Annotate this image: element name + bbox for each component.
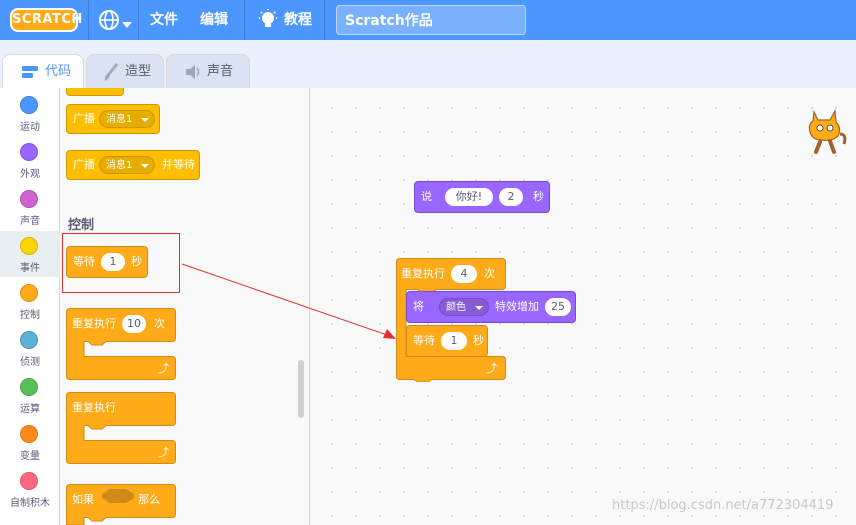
block-fragment[interactable] (66, 88, 124, 96)
repeat-label: 重复执行 (401, 267, 445, 280)
category-label: 运算 (20, 404, 40, 415)
effect-dropdown[interactable]: 颜色 (439, 298, 489, 316)
sprite-cat-icon (800, 104, 848, 156)
category-color-dot (20, 472, 38, 490)
change-label: 将 (413, 300, 424, 313)
category-color-dot (20, 190, 38, 208)
message-dropdown-value: 消息1 (106, 160, 133, 171)
message-dropdown[interactable]: 消息1 (99, 156, 155, 174)
say-text-input[interactable]: 你好! (445, 188, 493, 206)
category-color-dot (20, 237, 38, 255)
category-item[interactable]: 自制积木 (0, 466, 60, 512)
wait-label: 等待 (413, 334, 435, 347)
edit-menu[interactable]: 编辑 (200, 0, 228, 40)
wait-seconds-input[interactable]: 1 (441, 332, 467, 350)
category-label: 运动 (20, 122, 40, 133)
highlight-box (62, 233, 180, 293)
watermark: https://blog.csdn.net/a772304419 (612, 498, 834, 513)
forever-label: 重复执行 (72, 401, 116, 414)
file-menu[interactable]: 文件 (150, 0, 178, 40)
category-item[interactable]: 变量 (0, 419, 60, 465)
chevron-down-icon[interactable] (122, 17, 132, 31)
category-color-dot (20, 331, 38, 349)
message-dropdown-value: 消息1 (106, 114, 133, 125)
category-label: 变量 (20, 451, 40, 462)
project-title-input[interactable] (336, 5, 526, 35)
scratch-logo[interactable]: SCRATCH (10, 8, 82, 32)
category-color-dot (20, 143, 38, 161)
tutorials-menu[interactable]: 教程 (284, 0, 312, 40)
chevron-down-icon (141, 164, 149, 168)
category-color-dot (20, 96, 38, 114)
effect-dropdown-value: 颜色 (446, 302, 466, 313)
forever-block[interactable]: 重复执行 ⤴ (66, 392, 176, 464)
annotation-arrow (180, 262, 400, 344)
seconds-label: 秒 (533, 190, 544, 203)
say-label: 说 (421, 190, 432, 203)
workspace-wait-block[interactable]: 等待 1 秒 (406, 325, 488, 357)
menu-divider (88, 0, 89, 40)
repeat-count-input[interactable]: 10 (122, 315, 146, 333)
say-block[interactable]: 说 你好! 2 秒 (414, 181, 550, 213)
category-color-dot (20, 284, 38, 302)
palette-scrollbar[interactable] (298, 360, 304, 418)
broadcast-and-wait-block[interactable]: 广播 消息1 并等待 (66, 150, 200, 180)
menu-divider (138, 0, 139, 40)
loop-arrow-icon: ⤴ (158, 362, 169, 375)
category-item[interactable]: 侦测 (0, 325, 60, 371)
category-color-dot (20, 425, 38, 443)
repeat-count-input[interactable]: 4 (451, 265, 477, 283)
section-title-control: 控制 (68, 218, 95, 233)
times-label: 次 (154, 317, 165, 330)
category-item[interactable]: 外观 (0, 137, 60, 183)
category-item[interactable]: 控制 (0, 278, 60, 324)
tab-costumes[interactable]: 造型 (86, 54, 164, 88)
change-effect-block[interactable]: 将 颜色 特效增加 25 (406, 291, 576, 323)
category-label: 声音 (20, 216, 40, 227)
category-label: 自制积木 (10, 498, 50, 509)
lightbulb-icon[interactable] (258, 9, 278, 34)
category-item[interactable]: 声音 (0, 184, 60, 230)
menu-divider (324, 0, 325, 40)
category-label: 控制 (20, 310, 40, 321)
loop-arrow-icon: ⤴ (158, 446, 169, 459)
broadcast-block[interactable]: 广播 消息1 (66, 104, 160, 134)
category-item[interactable]: 运算 (0, 372, 60, 418)
repeat-label: 重复执行 (72, 317, 116, 330)
tab-costumes-label: 造型 (125, 64, 152, 79)
category-color-dot (20, 378, 38, 396)
chevron-down-icon (141, 118, 149, 122)
then-label: 那么 (138, 493, 160, 506)
times-label: 次 (484, 267, 495, 280)
say-seconds-input[interactable]: 2 (499, 188, 523, 206)
tab-sounds-label: 声音 (207, 64, 234, 79)
broadcast-label: 广播 (73, 158, 95, 171)
category-label: 外观 (20, 169, 40, 180)
tab-code-label: 代码 (45, 64, 72, 79)
and-wait-label: 并等待 (162, 158, 195, 171)
effect-amount-input[interactable]: 25 (545, 298, 571, 316)
seconds-label: 秒 (473, 334, 484, 347)
chevron-down-icon (475, 306, 483, 310)
effect-by-label: 特效增加 (495, 300, 539, 313)
globe-icon[interactable] (98, 9, 120, 31)
if-label: 如果 (72, 493, 94, 506)
menu-divider (244, 0, 245, 40)
tab-code[interactable]: 代码 (2, 54, 84, 89)
message-dropdown[interactable]: 消息1 (99, 110, 155, 128)
category-label: 事件 (20, 263, 40, 274)
if-then-block[interactable]: 如果 那么 (66, 484, 176, 525)
category-item[interactable]: 运动 (0, 90, 60, 136)
repeat-block[interactable]: 重复执行 10 次 ⤴ (66, 308, 176, 380)
broadcast-label: 广播 (73, 112, 95, 125)
category-item[interactable]: 事件 (0, 231, 60, 277)
loop-arrow-icon: ⤴ (486, 362, 497, 375)
category-label: 侦测 (20, 357, 40, 368)
tab-sounds[interactable]: 声音 (166, 54, 250, 88)
